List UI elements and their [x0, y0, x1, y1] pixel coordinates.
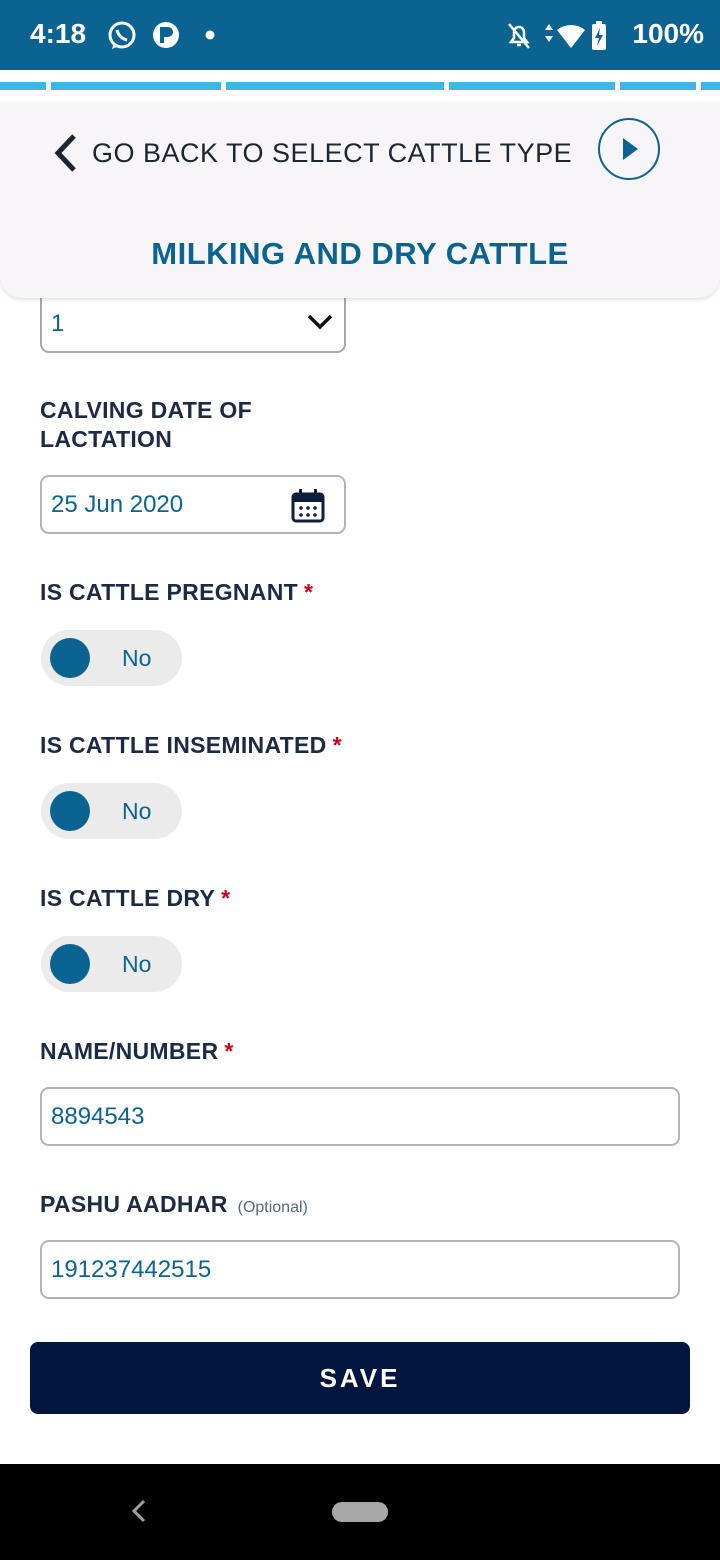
go-back-label: GO BACK TO SELECT CATTLE TYPE	[92, 138, 573, 168]
name-number-value: 8894543	[51, 1103, 145, 1130]
step-segment	[620, 82, 696, 90]
pashu-aadhar-input[interactable]: 191237442515	[40, 1240, 680, 1299]
pashu-aadhar-value: 191237442515	[51, 1256, 212, 1283]
whatsapp-icon	[108, 21, 136, 49]
pashu-aadhar-label: PASHU AADHAR (Optional)	[40, 1190, 308, 1222]
dot-icon	[205, 30, 215, 40]
required-marker: *	[303, 579, 314, 605]
chevron-down-icon	[307, 314, 333, 330]
save-button[interactable]: SAVE	[30, 1342, 690, 1414]
inseminated-toggle[interactable]: No	[41, 783, 182, 839]
status-time: 4:18	[30, 18, 87, 49]
calving-date-field[interactable]: 25 Jun 2020	[40, 475, 346, 534]
chevron-left-icon	[54, 134, 76, 172]
play-video-button[interactable]	[598, 118, 660, 180]
step-segment	[0, 82, 46, 90]
nav-home-pill[interactable]	[332, 1502, 388, 1522]
dry-label: IS CATTLE DRY *	[40, 884, 230, 913]
step-segment	[701, 82, 720, 90]
notification-icons	[108, 21, 215, 49]
lactation-number-select[interactable]: 1	[40, 296, 346, 353]
inseminated-label: IS CATTLE INSEMINATED *	[40, 731, 342, 760]
toggle-knob	[50, 638, 90, 678]
status-bar: 4:18 100%	[0, 0, 720, 70]
pashu-aadhar-label-text: PASHU AADHAR	[40, 1191, 228, 1217]
pregnant-toggle-value: No	[122, 645, 152, 671]
p-app-icon	[153, 22, 179, 48]
nav-back-icon[interactable]	[128, 1498, 150, 1524]
dry-label-text: IS CATTLE DRY	[40, 885, 216, 911]
wifi-icon	[557, 24, 585, 48]
play-icon	[623, 138, 638, 160]
bell-off-icon	[508, 23, 530, 49]
pregnant-toggle[interactable]: No	[41, 630, 182, 686]
header-card: GO BACK TO SELECT CATTLE TYPE MILKING AN…	[0, 102, 720, 298]
step-progress-bar	[0, 82, 720, 90]
lactation-number-value: 1	[51, 310, 65, 337]
step-segment	[51, 82, 221, 90]
system-navigation-bar	[0, 1464, 720, 1560]
name-number-input[interactable]: 8894543	[40, 1087, 680, 1146]
required-marker: *	[224, 1038, 234, 1064]
pregnant-label: IS CATTLE PREGNANT *	[40, 578, 313, 607]
inseminated-toggle-value: No	[122, 798, 152, 824]
optional-marker: (Optional)	[237, 1199, 308, 1216]
page-title: MILKING AND DRY CATTLE	[151, 236, 569, 271]
pregnant-label-text: IS CATTLE PREGNANT	[40, 579, 298, 605]
inseminated-label-text: IS CATTLE INSEMINATED	[40, 732, 327, 758]
dry-toggle[interactable]: No	[41, 936, 182, 992]
calving-date-label: CALVING DATE OF LACTATION	[40, 397, 252, 452]
calendar-icon[interactable]	[290, 488, 326, 524]
system-icons	[508, 21, 606, 50]
dry-toggle-value: No	[122, 951, 152, 977]
calving-date-value: 25 Jun 2020	[51, 491, 184, 518]
required-marker: *	[332, 732, 342, 758]
go-back-button[interactable]: GO BACK TO SELECT CATTLE TYPE	[50, 118, 680, 192]
data-arrows-icon	[545, 24, 553, 42]
name-number-label-text: NAME/NUMBER	[40, 1038, 219, 1064]
battery-charging-icon	[592, 21, 606, 50]
battery-percent: 100%	[632, 18, 704, 49]
name-number-label: NAME/NUMBER *	[40, 1037, 234, 1066]
toggle-knob	[50, 791, 90, 831]
toggle-knob	[50, 944, 90, 984]
step-segment	[449, 82, 615, 90]
required-marker: *	[221, 885, 231, 911]
step-segment	[226, 82, 444, 90]
